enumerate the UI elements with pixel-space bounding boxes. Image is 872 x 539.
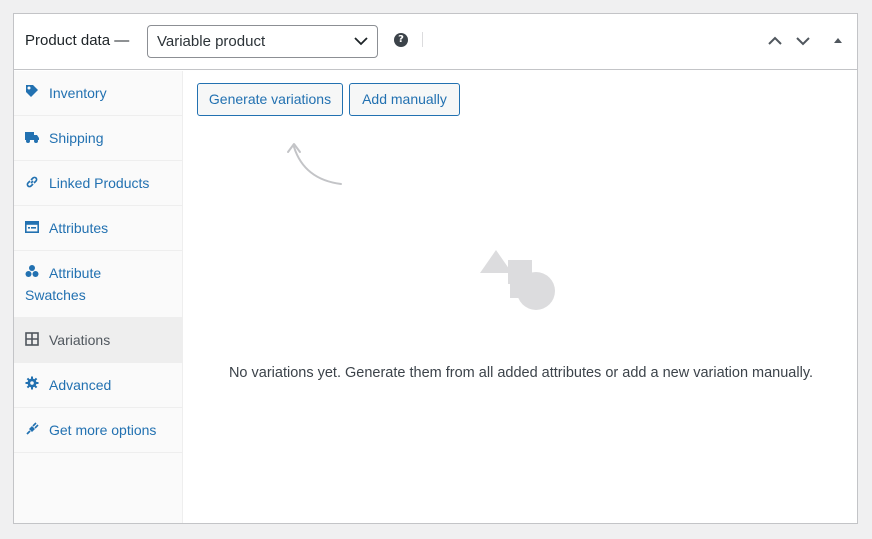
tag-icon bbox=[26, 85, 38, 97]
tab-label: Get more options bbox=[49, 422, 157, 438]
move-down-button[interactable] bbox=[794, 32, 812, 50]
variations-panel: Generate variations Add manually No vari… bbox=[184, 71, 857, 523]
chevron-down-icon bbox=[796, 37, 810, 46]
product-data-tabs: Inventory Shipping Linked Products Attri… bbox=[14, 71, 183, 523]
chevron-down-icon bbox=[354, 37, 368, 46]
tab-label: Attributes bbox=[49, 220, 109, 236]
tab-label: Inventory bbox=[49, 85, 107, 101]
curved-arrow-icon bbox=[287, 143, 342, 185]
tab-variations[interactable]: Variations bbox=[14, 318, 183, 363]
triangle-up-icon bbox=[834, 38, 842, 43]
panel-title: Product data — bbox=[25, 32, 130, 49]
plug-icon bbox=[26, 422, 39, 435]
tab-shipping[interactable]: Shipping bbox=[14, 116, 183, 161]
tab-label: Variations bbox=[49, 332, 111, 348]
tab-label: Advanced bbox=[49, 377, 112, 393]
empty-state-shapes-icon bbox=[480, 250, 555, 310]
empty-state-message: No variations yet. Generate them from al… bbox=[228, 365, 814, 381]
add-manually-button[interactable]: Add manually bbox=[349, 83, 460, 116]
tab-attribute-swatches[interactable]: Attribute Swatches bbox=[14, 251, 183, 318]
move-up-button[interactable] bbox=[766, 32, 784, 50]
truck-icon bbox=[25, 132, 39, 143]
link-icon bbox=[26, 176, 38, 188]
product-data-panel: Product data — Variable product ? Invent… bbox=[13, 13, 858, 524]
generate-variations-button[interactable]: Generate variations bbox=[197, 83, 343, 116]
gear-icon bbox=[25, 376, 39, 390]
tab-linked-products[interactable]: Linked Products bbox=[14, 161, 183, 206]
product-type-value: Variable product bbox=[157, 33, 266, 50]
chevron-up-icon bbox=[768, 36, 782, 45]
collapse-toggle-button[interactable] bbox=[829, 32, 847, 50]
tab-attributes[interactable]: Attributes bbox=[14, 206, 183, 251]
tab-label-line2: Swatches bbox=[25, 287, 86, 303]
tab-label-line1: Attribute bbox=[49, 265, 102, 281]
tab-label: Linked Products bbox=[49, 175, 150, 191]
tab-get-more-options[interactable]: Get more options bbox=[14, 408, 183, 453]
tab-advanced[interactable]: Advanced bbox=[14, 363, 183, 408]
product-type-select[interactable]: Variable product bbox=[147, 25, 378, 58]
header-divider bbox=[422, 32, 423, 47]
tab-label: Shipping bbox=[49, 130, 104, 146]
tab-inventory[interactable]: Inventory bbox=[14, 71, 183, 116]
list-icon bbox=[25, 220, 39, 233]
help-icon[interactable]: ? bbox=[394, 33, 408, 47]
panel-header: Product data — Variable product ? bbox=[14, 14, 857, 70]
grid-icon bbox=[25, 332, 39, 346]
swatches-icon bbox=[25, 265, 39, 277]
